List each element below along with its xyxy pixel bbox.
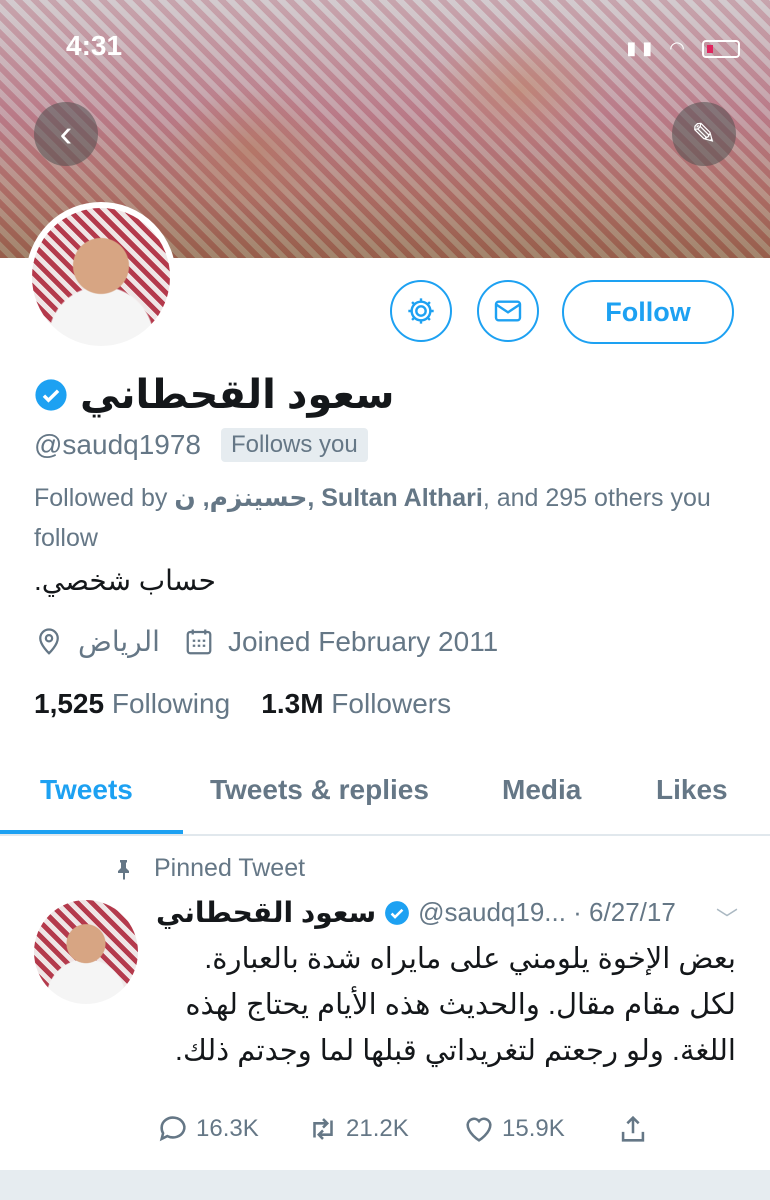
envelope-icon (494, 300, 522, 322)
tab-tweets[interactable]: Tweets (40, 774, 133, 806)
following-stat[interactable]: 1,525 Following (34, 688, 230, 719)
retweet-icon (313, 1118, 333, 1140)
calendar-icon (186, 629, 212, 654)
chevron-left-icon: ‹ (59, 112, 73, 155)
profile-name-row: سعود القحطاني (34, 372, 394, 418)
status-time: 4:31 (66, 30, 123, 61)
tweet-handle-date: @saudq19... · 6/27/17 (418, 897, 676, 927)
status-icons: ▮▮ ◠ (626, 38, 740, 59)
joined-date: Joined February 2011 (227, 625, 499, 657)
tab-likes[interactable]: Likes (656, 774, 728, 806)
chevron-down-icon[interactable]: ﹀ (716, 902, 738, 934)
bottom-separator (0, 1170, 770, 1200)
pinned-tweet-label: Pinned Tweet (112, 854, 305, 883)
follow-stats: 1,525 Following 1.3M Followers (34, 688, 451, 720)
compose-tweet-button[interactable]: ✎ (672, 102, 736, 166)
location-text: الرياض (78, 626, 160, 657)
profile-meta-row: الرياض Joined February 2011 (34, 625, 498, 658)
retweet-button[interactable]: 21.2K (306, 1112, 409, 1146)
active-tab-indicator (0, 830, 183, 834)
reply-icon (159, 1116, 186, 1142)
reply-button[interactable]: 16.3K (156, 1112, 259, 1146)
like-button[interactable]: 15.9K (462, 1112, 565, 1146)
followed-by-bold: Sultan Althari (321, 484, 483, 512)
tweet-author-name: سعود القحطاني (156, 897, 377, 928)
location-pin-icon (39, 627, 59, 655)
profile-bio: حساب شخصي. (34, 565, 216, 596)
tweet-author-avatar[interactable] (34, 900, 138, 1004)
tweet-header: سعود القحطاني @saudq19... · 6/27/17 (156, 896, 676, 929)
profile-handle: @saudq1978 (34, 429, 202, 460)
tab-tweets-replies[interactable]: Tweets & replies (210, 774, 429, 806)
tweet-actions: 16.3K 21.2K 15.9K (156, 1112, 716, 1152)
followed-by-text[interactable]: Followed by حسينزم, ن, Sultan Althari, a… (34, 478, 734, 558)
verified-badge-icon (385, 900, 410, 925)
followed-by-names: حسينزم, ن (174, 484, 308, 512)
display-name: سعود القحطاني (80, 373, 395, 417)
settings-button[interactable] (390, 280, 452, 342)
back-button[interactable]: ‹ (34, 102, 98, 166)
verified-badge-icon (35, 379, 67, 411)
followed-by-prefix: Followed by (34, 484, 168, 512)
profile-tabs: Tweets Tweets & replies Media Likes (0, 760, 770, 836)
follows-you-badge: Follows you (221, 428, 368, 462)
tab-media[interactable]: Media (502, 774, 581, 806)
share-button[interactable] (616, 1112, 650, 1146)
pin-icon (118, 859, 129, 880)
handle-row: @saudq1978 Follows you (34, 428, 368, 462)
heart-icon (466, 1117, 492, 1142)
share-icon (621, 1115, 645, 1142)
battery-icon (702, 40, 740, 59)
wifi-icon: ◠ (669, 38, 691, 58)
followers-stat[interactable]: 1.3M Followers (261, 688, 451, 719)
signal-icon: ▮▮ (626, 38, 659, 58)
message-button[interactable] (477, 280, 539, 342)
follow-button[interactable]: Follow (562, 280, 734, 344)
feather-icon: ✎ (691, 117, 717, 151)
profile-avatar[interactable] (26, 202, 176, 352)
gear-icon (408, 298, 434, 324)
tweet-text: بعض الإخوة يلومني على مايراه شدة بالعبار… (174, 943, 736, 1067)
